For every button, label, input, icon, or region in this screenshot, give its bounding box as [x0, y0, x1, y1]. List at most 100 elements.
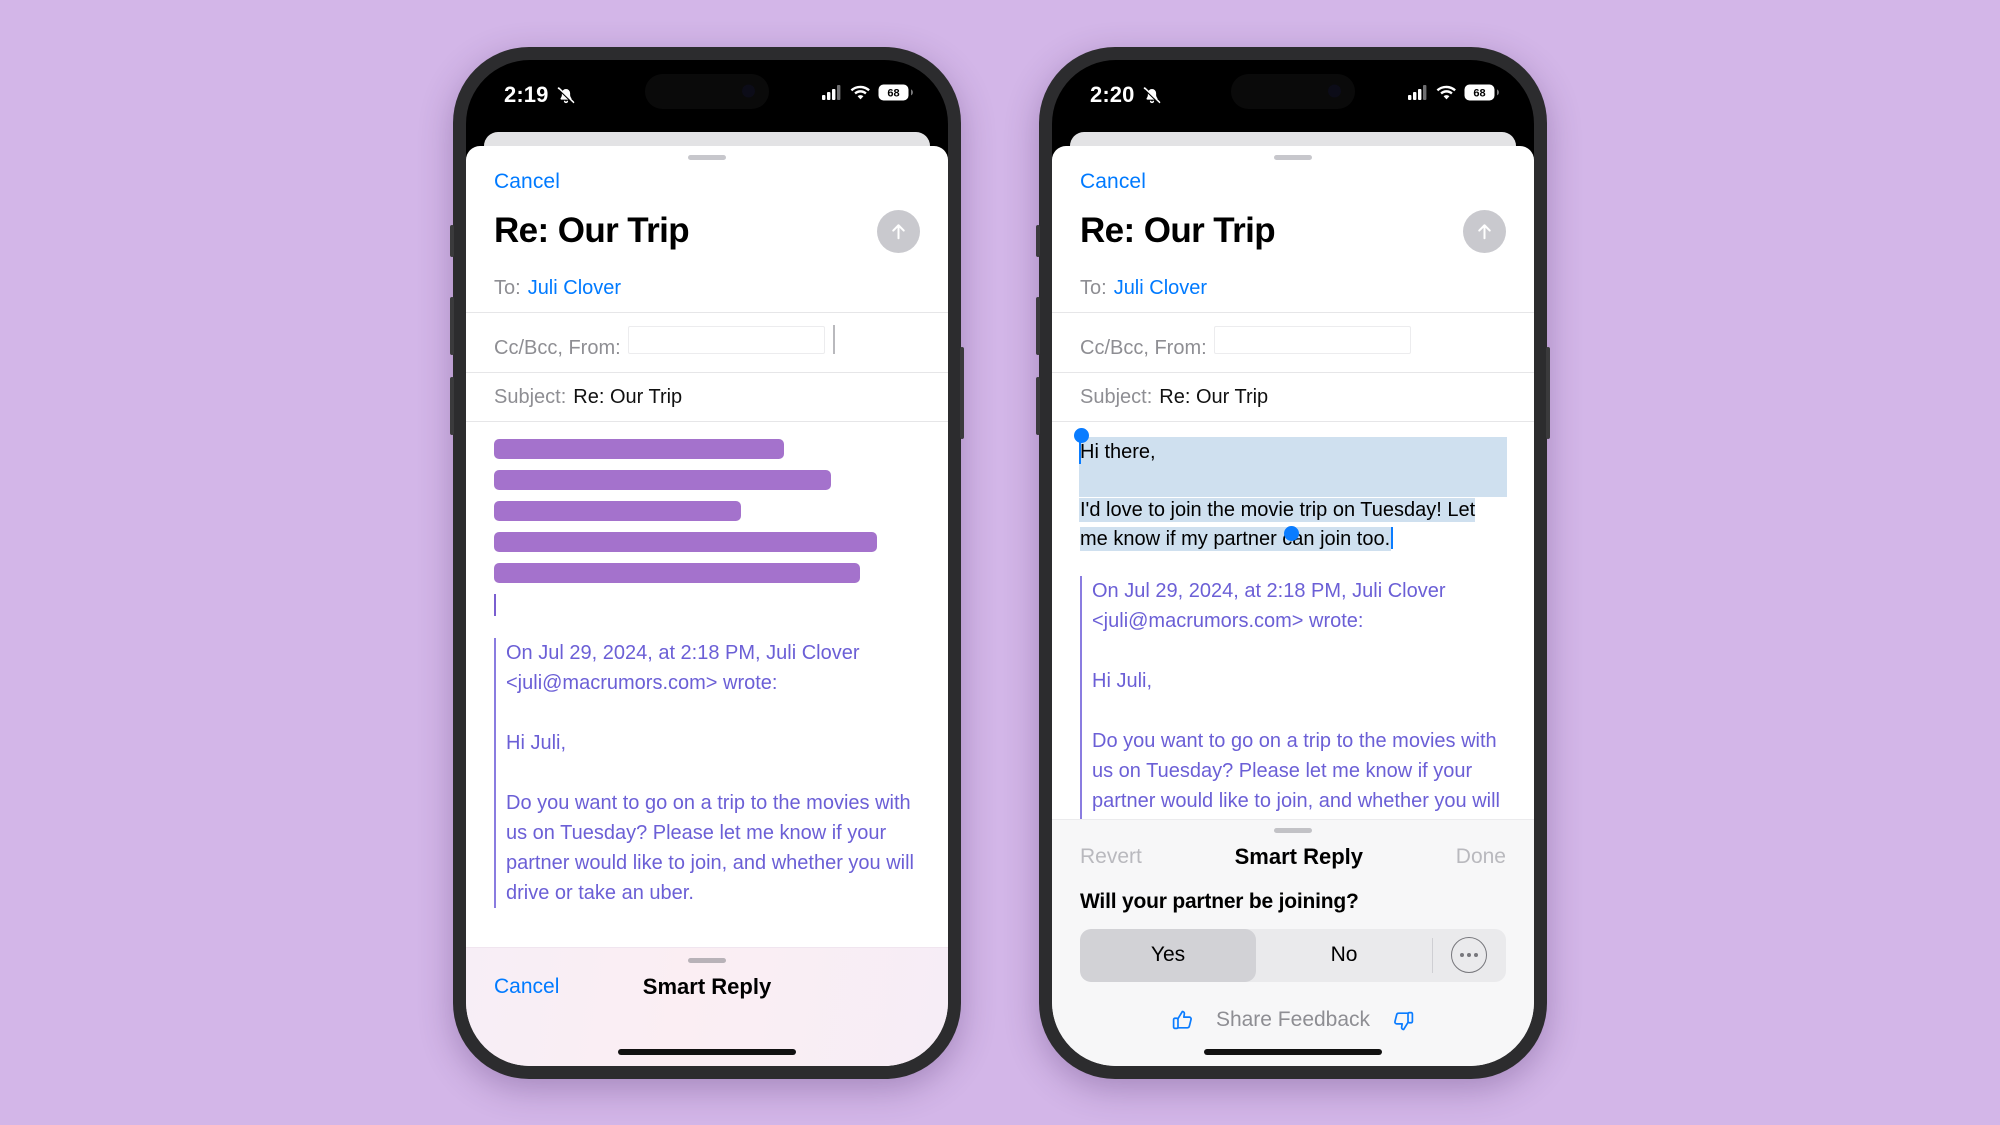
smart-reply-panel: Revert Smart Reply Done Will your partne…	[1052, 818, 1534, 1066]
bell-slash-icon	[1141, 84, 1163, 106]
ccbcc-field[interactable]: Cc/Bcc, From:	[1052, 313, 1534, 373]
compose-toolbar: Cancel	[1052, 160, 1534, 194]
status-bar-right-group: 68	[822, 84, 914, 101]
compose-body-right[interactable]: Hi there, I'd love to join the movie tri…	[1052, 422, 1534, 846]
status-bar-left: 2:19 68	[466, 60, 948, 122]
status-bar-left-group: 2:20	[1090, 82, 1163, 108]
bell-slash-icon	[555, 84, 577, 106]
status-bar-left-group: 2:19	[504, 82, 577, 108]
ccbcc-field-label: Cc/Bcc, From:	[494, 336, 621, 359]
phone-left: 2:19 68 Cancel Re: Our Trip To: Juli Clo…	[450, 46, 964, 1079]
compose-sheet-left: Cancel Re: Our Trip To: Juli Clover Cc/B…	[466, 145, 948, 1066]
share-feedback-label[interactable]: Share Feedback	[1216, 1008, 1370, 1032]
compose-title-row: Re: Our Trip	[1052, 194, 1534, 253]
ccbcc-input[interactable]	[1213, 325, 1411, 354]
battery-level: 68	[887, 87, 899, 99]
draft-greeting[interactable]: Hi there,	[1080, 437, 1506, 467]
redaction-bar	[494, 438, 784, 459]
status-time: 2:19	[504, 81, 549, 107]
text-cursor	[832, 324, 835, 354]
subject-value[interactable]: Re: Our Trip	[1159, 386, 1268, 409]
silent-switch[interactable]	[1036, 224, 1040, 257]
battery-icon: 68	[1464, 84, 1500, 101]
quote-body: Do you want to go on a trip to the movie…	[506, 791, 914, 904]
front-camera-icon	[742, 84, 755, 98]
thumbs-up-icon[interactable]	[1170, 1007, 1197, 1034]
dynamic-island	[645, 73, 769, 109]
smart-reply-cancel-button[interactable]: Cancel	[494, 975, 559, 999]
to-field-label: To:	[1080, 276, 1107, 299]
redaction-bar	[494, 531, 878, 552]
send-button[interactable]	[1463, 209, 1506, 253]
subject-field-label: Subject:	[494, 385, 567, 408]
text-cursor	[1391, 526, 1394, 549]
cancel-button[interactable]: Cancel	[1080, 170, 1146, 193]
redaction-bar	[494, 562, 861, 583]
ccbcc-field[interactable]: Cc/Bcc, From:	[466, 313, 948, 373]
smart-reply-draft-text[interactable]: Hi there, I'd love to join the movie tri…	[1074, 422, 1506, 554]
battery-level: 68	[1473, 87, 1485, 99]
cellular-bars-icon	[822, 84, 843, 100]
subject-field-label: Subject:	[1080, 385, 1153, 408]
to-recipient-chip[interactable]: Juli Clover	[528, 277, 621, 300]
more-options-button[interactable]	[1432, 929, 1506, 982]
revert-button[interactable]: Revert	[1080, 845, 1142, 869]
selection-start-handle[interactable]	[1074, 427, 1089, 443]
quote-greeting: Hi Juli,	[1092, 669, 1153, 692]
power-button[interactable]	[960, 346, 964, 439]
phone-right: 2:20 68 Cancel Re: Our Trip To: Juli Clo…	[1036, 46, 1550, 1079]
ccbcc-field-label: Cc/Bcc, From:	[1080, 336, 1207, 359]
redacted-reply-block	[494, 422, 920, 616]
smart-reply-title: Smart Reply	[642, 973, 772, 999]
compose-toolbar: Cancel	[466, 160, 948, 194]
home-indicator[interactable]	[618, 1048, 796, 1055]
arrow-up-icon	[887, 220, 910, 243]
status-bar-right-group: 68	[1408, 84, 1500, 101]
phone-left-screen: 2:19 68 Cancel Re: Our Trip To: Juli Clo…	[466, 59, 948, 1066]
front-camera-icon	[1328, 84, 1341, 98]
smart-reply-header-right: Revert Smart Reply Done	[1052, 833, 1534, 870]
silent-switch[interactable]	[450, 224, 454, 257]
dynamic-island	[1231, 73, 1355, 109]
redaction-bar	[494, 500, 742, 521]
battery-icon: 68	[878, 84, 914, 101]
ellipsis-circle-icon	[1451, 937, 1487, 973]
cellular-bars-icon	[1408, 84, 1429, 100]
to-field[interactable]: To: Juli Clover	[1052, 253, 1534, 313]
thumbs-down-icon[interactable]	[1389, 1007, 1416, 1034]
quoted-message-left: On Jul 29, 2024, at 2:18 PM, Juli Clover…	[494, 637, 920, 908]
cancel-button[interactable]: Cancel	[494, 170, 560, 193]
smart-reply-title: Smart Reply	[1234, 843, 1364, 869]
status-bar-right: 2:20 68	[1052, 60, 1534, 122]
home-indicator[interactable]	[1204, 1048, 1382, 1055]
compose-title-row: Re: Our Trip	[466, 194, 948, 253]
selection-end-handle[interactable]	[1284, 525, 1299, 541]
smart-reply-header-left: Cancel Smart Reply	[466, 963, 948, 999]
to-field-label: To:	[494, 276, 521, 299]
draft-body[interactable]: I'd love to join the movie trip on Tuesd…	[1080, 498, 1476, 550]
compose-body-left[interactable]: On Jul 29, 2024, at 2:18 PM, Juli Clover…	[466, 422, 948, 908]
quote-attribution: On Jul 29, 2024, at 2:18 PM, Juli Clover…	[1092, 579, 1446, 632]
subject-value[interactable]: Re: Our Trip	[573, 386, 682, 409]
quote-attribution: On Jul 29, 2024, at 2:18 PM, Juli Clover…	[506, 641, 860, 694]
ccbcc-input[interactable]	[627, 324, 835, 354]
option-no-button[interactable]: No	[1256, 929, 1432, 982]
screenshot-stage: 2:19 68 Cancel Re: Our Trip To: Juli Clo…	[0, 0, 2000, 1125]
to-recipient-chip[interactable]: Juli Clover	[1114, 277, 1207, 300]
phone-right-screen: 2:20 68 Cancel Re: Our Trip To: Juli Clo…	[1052, 59, 1534, 1066]
power-button[interactable]	[1546, 346, 1550, 439]
subject-field[interactable]: Subject: Re: Our Trip	[1052, 373, 1534, 422]
done-button[interactable]: Done	[1456, 845, 1506, 869]
status-time: 2:20	[1090, 81, 1135, 107]
option-yes-button[interactable]: Yes	[1080, 928, 1256, 982]
wifi-icon	[1436, 85, 1457, 100]
quote-greeting: Hi Juli,	[506, 731, 567, 754]
share-feedback-row: Share Feedback	[1052, 1007, 1534, 1034]
wifi-icon	[850, 85, 871, 100]
page-title: Re: Our Trip	[1080, 211, 1276, 250]
send-button[interactable]	[877, 209, 920, 253]
to-field[interactable]: To: Juli Clover	[466, 253, 948, 313]
subject-field[interactable]: Subject: Re: Our Trip	[466, 373, 948, 422]
draft-blank-line	[1080, 466, 1506, 496]
smart-reply-question: Will your partner be joining?	[1080, 889, 1359, 913]
